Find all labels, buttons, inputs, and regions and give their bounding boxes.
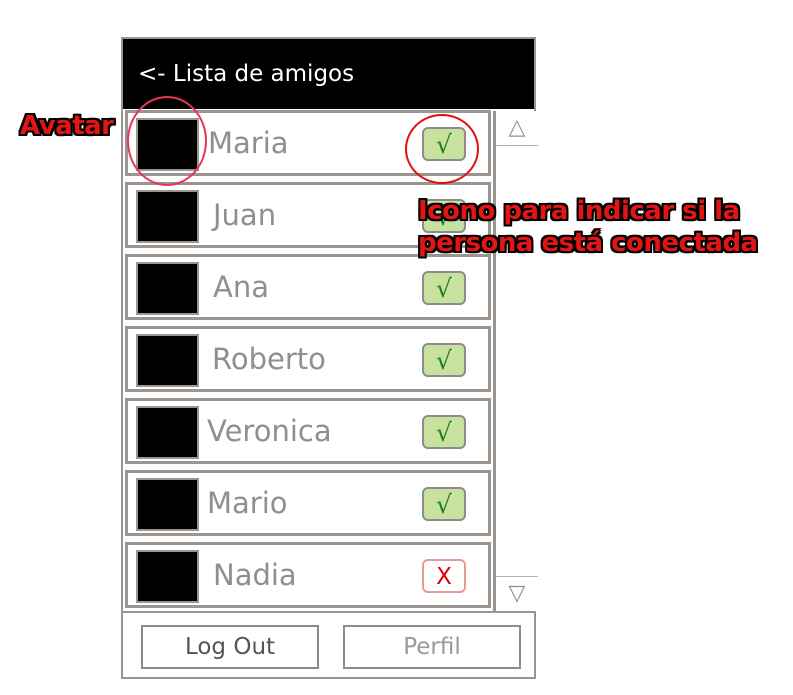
online-status-icon: √ [422,343,466,377]
online-status-icon: √ [422,271,466,305]
avatar [136,334,199,387]
list-item[interactable]: Mario √ [125,470,491,536]
list-item[interactable]: Ana √ [125,254,491,320]
scroll-down-arrow-icon[interactable]: ▽ [496,576,538,611]
friends-list: Maria √ Juan √ Ana √ Roberto √ Veronica … [123,109,495,613]
friend-name: Roberto [212,342,326,376]
scroll-up-arrow-icon[interactable]: △ [496,111,538,146]
offline-status-icon: X [422,559,466,593]
footer-bar: Log Out Perfil [123,611,534,677]
status-icon-annotation: Icono para indicar si la persona está co… [418,195,758,259]
avatar [136,262,199,315]
avatar [136,550,199,603]
status-icon-highlight-circle [405,114,479,184]
friend-name: Ana [213,270,269,304]
friend-name: Maria [208,126,289,160]
scrollbar[interactable]: △ ▽ [493,111,538,611]
status-icon-annotation-line: Icono para indicar si la [418,196,740,226]
avatar [136,478,199,531]
list-item[interactable]: Nadia X [125,542,491,608]
friend-name: Juan [213,198,277,232]
logout-button[interactable]: Log Out [141,625,319,669]
status-icon-annotation-line: persona está conectada [418,228,758,258]
list-item[interactable]: Roberto √ [125,326,491,392]
online-status-icon: √ [422,487,466,521]
avatar [136,406,199,459]
list-item[interactable]: Veronica √ [125,398,491,464]
avatar-highlight-circle [127,96,207,186]
friend-name: Mario [207,486,288,520]
profile-button[interactable]: Perfil [343,625,521,669]
avatar [136,190,199,243]
friend-name: Veronica [207,414,332,448]
avatar-annotation: Avatar [20,111,114,141]
header-bar: <- Lista de amigos [123,39,534,109]
back-link[interactable]: <- Lista de amigos [138,59,354,89]
friend-name: Nadia [213,558,297,592]
online-status-icon: √ [422,415,466,449]
